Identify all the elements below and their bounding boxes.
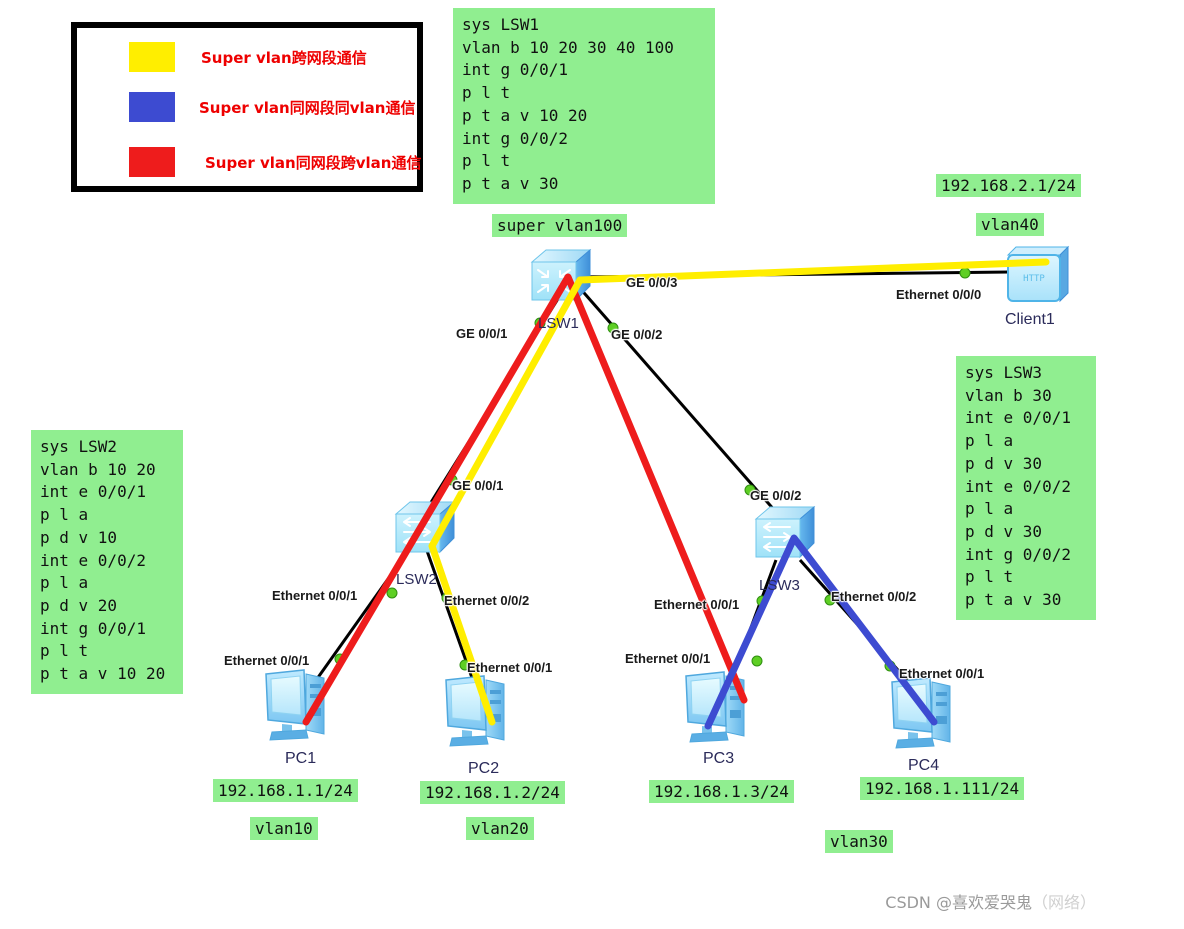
legend-swatch-red	[129, 147, 175, 177]
dot-lsw2-e1	[386, 587, 398, 599]
port-label-pc4-e1: Ethernet 0/0/1	[899, 666, 985, 681]
device-label-pc4: PC4	[908, 757, 940, 774]
device-label-pc3: PC3	[703, 750, 735, 767]
config-block-lsw1: sys LSW1 vlan b 10 20 30 40 100 int g 0/…	[453, 8, 715, 204]
legend-swatch-yellow	[129, 42, 175, 72]
device-label-lsw3: LSW3	[759, 577, 800, 594]
device-label-lsw1: LSW1	[538, 315, 579, 332]
watermark-prefix: CSDN @喜欢爱哭鬼	[885, 893, 1032, 912]
legend-item-red: Super vlan同网段跨vlan通信	[129, 147, 421, 177]
legend-label-yellow: Super vlan跨网段通信	[201, 48, 367, 67]
tag-client1-ip: 192.168.2.1/24	[936, 174, 1081, 197]
config-block-lsw3: sys LSW3 vlan b 30 int e 0/0/1 p l a p d…	[956, 356, 1096, 620]
client-icon-client1[interactable]: HTTP	[1006, 245, 1070, 303]
device-label-lsw2: LSW2	[396, 571, 437, 588]
port-label-lsw2-e2: Ethernet 0/0/2	[444, 593, 530, 608]
tag-pc4-ip: 192.168.1.111/24	[860, 777, 1025, 800]
port-label-lsw1-ge3: GE 0/0/3	[626, 275, 678, 290]
port-label-lsw1-ge1: GE 0/0/1	[456, 326, 508, 341]
device-label-client1: Client1	[1005, 311, 1055, 328]
port-label-pc3-e1: Ethernet 0/0/1	[625, 651, 711, 666]
config-block-lsw2: sys LSW2 vlan b 10 20 int e 0/0/1 p l a …	[31, 430, 183, 694]
port-label-lsw2-ge1: GE 0/0/1	[452, 478, 504, 493]
csdn-watermark: CSDN @喜欢爱哭鬼（网络）	[885, 889, 1096, 913]
tag-super-vlan100: super vlan100	[492, 214, 628, 237]
pc-icon-pc2[interactable]	[445, 675, 505, 747]
dot-lsw1-ge3	[959, 267, 971, 279]
port-label-pc1-e1: Ethernet 0/0/1	[224, 653, 310, 668]
legend-item-blue: Super vlan同网段同vlan通信	[129, 92, 415, 122]
tag-pc2-vlan: vlan20	[466, 817, 534, 840]
port-label-client1-e0: Ethernet 0/0/0	[896, 287, 982, 302]
tag-pc1-vlan: vlan10	[250, 817, 318, 840]
port-label-lsw2-e1: Ethernet 0/0/1	[272, 588, 358, 603]
tag-pc2-ip: 192.168.1.2/24	[420, 781, 565, 804]
tag-pc34-vlan: vlan30	[825, 830, 893, 853]
port-label-lsw3-e1: Ethernet 0/0/1	[654, 597, 740, 612]
watermark-suffix: （网络）	[1031, 893, 1096, 912]
legend-label-blue: Super vlan同网段同vlan通信	[199, 98, 416, 117]
dot-pc3-e1	[751, 655, 763, 667]
legend-label-red: Super vlan同网段跨vlan通信	[205, 153, 422, 172]
port-label-pc2-e1: Ethernet 0/0/1	[467, 660, 553, 675]
tag-pc3-ip: 192.168.1.3/24	[649, 780, 794, 803]
port-label-lsw1-ge2: GE 0/0/2	[611, 327, 663, 342]
device-label-pc2: PC2	[468, 760, 500, 777]
device-label-pc1: PC1	[285, 750, 317, 767]
pc-icon-pc4[interactable]	[891, 677, 951, 749]
legend-item-yellow: Super vlan跨网段通信	[129, 42, 367, 72]
port-label-lsw3-ge2: GE 0/0/2	[750, 488, 802, 503]
tag-pc1-ip: 192.168.1.1/24	[213, 779, 358, 802]
port-label-lsw3-e2: Ethernet 0/0/2	[831, 589, 917, 604]
client1-http-badge: HTTP	[1023, 274, 1045, 284]
legend-panel: Super vlan跨网段通信 Super vlan同网段同vlan通信 Sup…	[71, 22, 423, 192]
tag-client1-vlan: vlan40	[976, 213, 1044, 236]
legend-swatch-blue	[129, 92, 175, 122]
